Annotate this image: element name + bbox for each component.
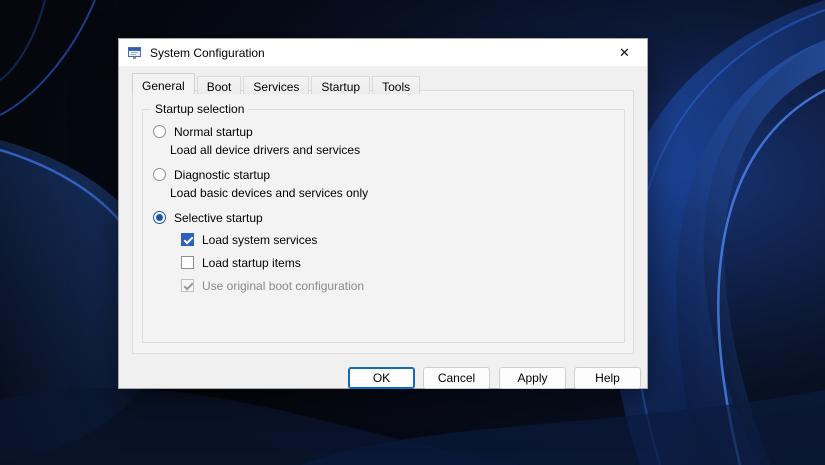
startup-selection-group: Startup selection Normal startup Load al… [142, 102, 625, 343]
tab-services[interactable]: Services [243, 76, 310, 94]
close-icon: ✕ [619, 44, 630, 60]
apply-button[interactable]: Apply [499, 367, 566, 389]
load-system-services-checkbox[interactable] [181, 233, 194, 246]
tab-startup[interactable]: Startup [311, 76, 371, 94]
tab-boot[interactable]: Boot [196, 76, 242, 94]
load-startup-items-checkbox[interactable] [181, 256, 194, 269]
ok-button[interactable]: OK [348, 367, 415, 389]
diagnostic-startup-radio[interactable] [153, 168, 166, 181]
normal-startup-description: Load all device drivers and services [170, 143, 361, 157]
use-original-boot-configuration-label: Use original boot configuration [202, 278, 365, 293]
tab-general[interactable]: General [132, 73, 195, 94]
help-button[interactable]: Help [574, 367, 641, 389]
close-button[interactable]: ✕ [602, 39, 647, 66]
normal-startup-option[interactable]: Normal startup [153, 124, 253, 139]
selective-startup-option[interactable]: Selective startup [153, 210, 263, 225]
tab-tools[interactable]: Tools [372, 76, 421, 94]
diagnostic-startup-option[interactable]: Diagnostic startup [153, 167, 270, 182]
group-label: Startup selection [151, 102, 249, 116]
selective-startup-label[interactable]: Selective startup [174, 211, 263, 225]
tab-page-general: Startup selection Normal startup Load al… [132, 90, 634, 354]
system-configuration-icon [127, 45, 143, 61]
load-system-services-option[interactable]: Load system services [181, 232, 317, 247]
system-configuration-window: System Configuration ✕ General Boot Serv… [118, 38, 648, 389]
use-original-boot-configuration-option: Use original boot configuration [181, 278, 364, 293]
selective-startup-radio[interactable] [153, 211, 166, 224]
load-startup-items-label[interactable]: Load startup items [202, 256, 301, 270]
use-original-boot-configuration-checkbox [181, 279, 194, 292]
titlebar[interactable]: System Configuration [119, 39, 647, 66]
diagnostic-startup-label[interactable]: Diagnostic startup [174, 168, 270, 182]
normal-startup-radio[interactable] [153, 125, 166, 138]
window-title: System Configuration [150, 45, 265, 60]
normal-startup-label[interactable]: Normal startup [174, 125, 253, 139]
diagnostic-startup-description: Load basic devices and services only [170, 186, 369, 200]
cancel-button[interactable]: Cancel [423, 367, 490, 389]
load-startup-items-option[interactable]: Load startup items [181, 255, 301, 270]
tab-strip: General Boot Services Startup Tools [132, 72, 422, 94]
load-system-services-label[interactable]: Load system services [202, 233, 317, 247]
